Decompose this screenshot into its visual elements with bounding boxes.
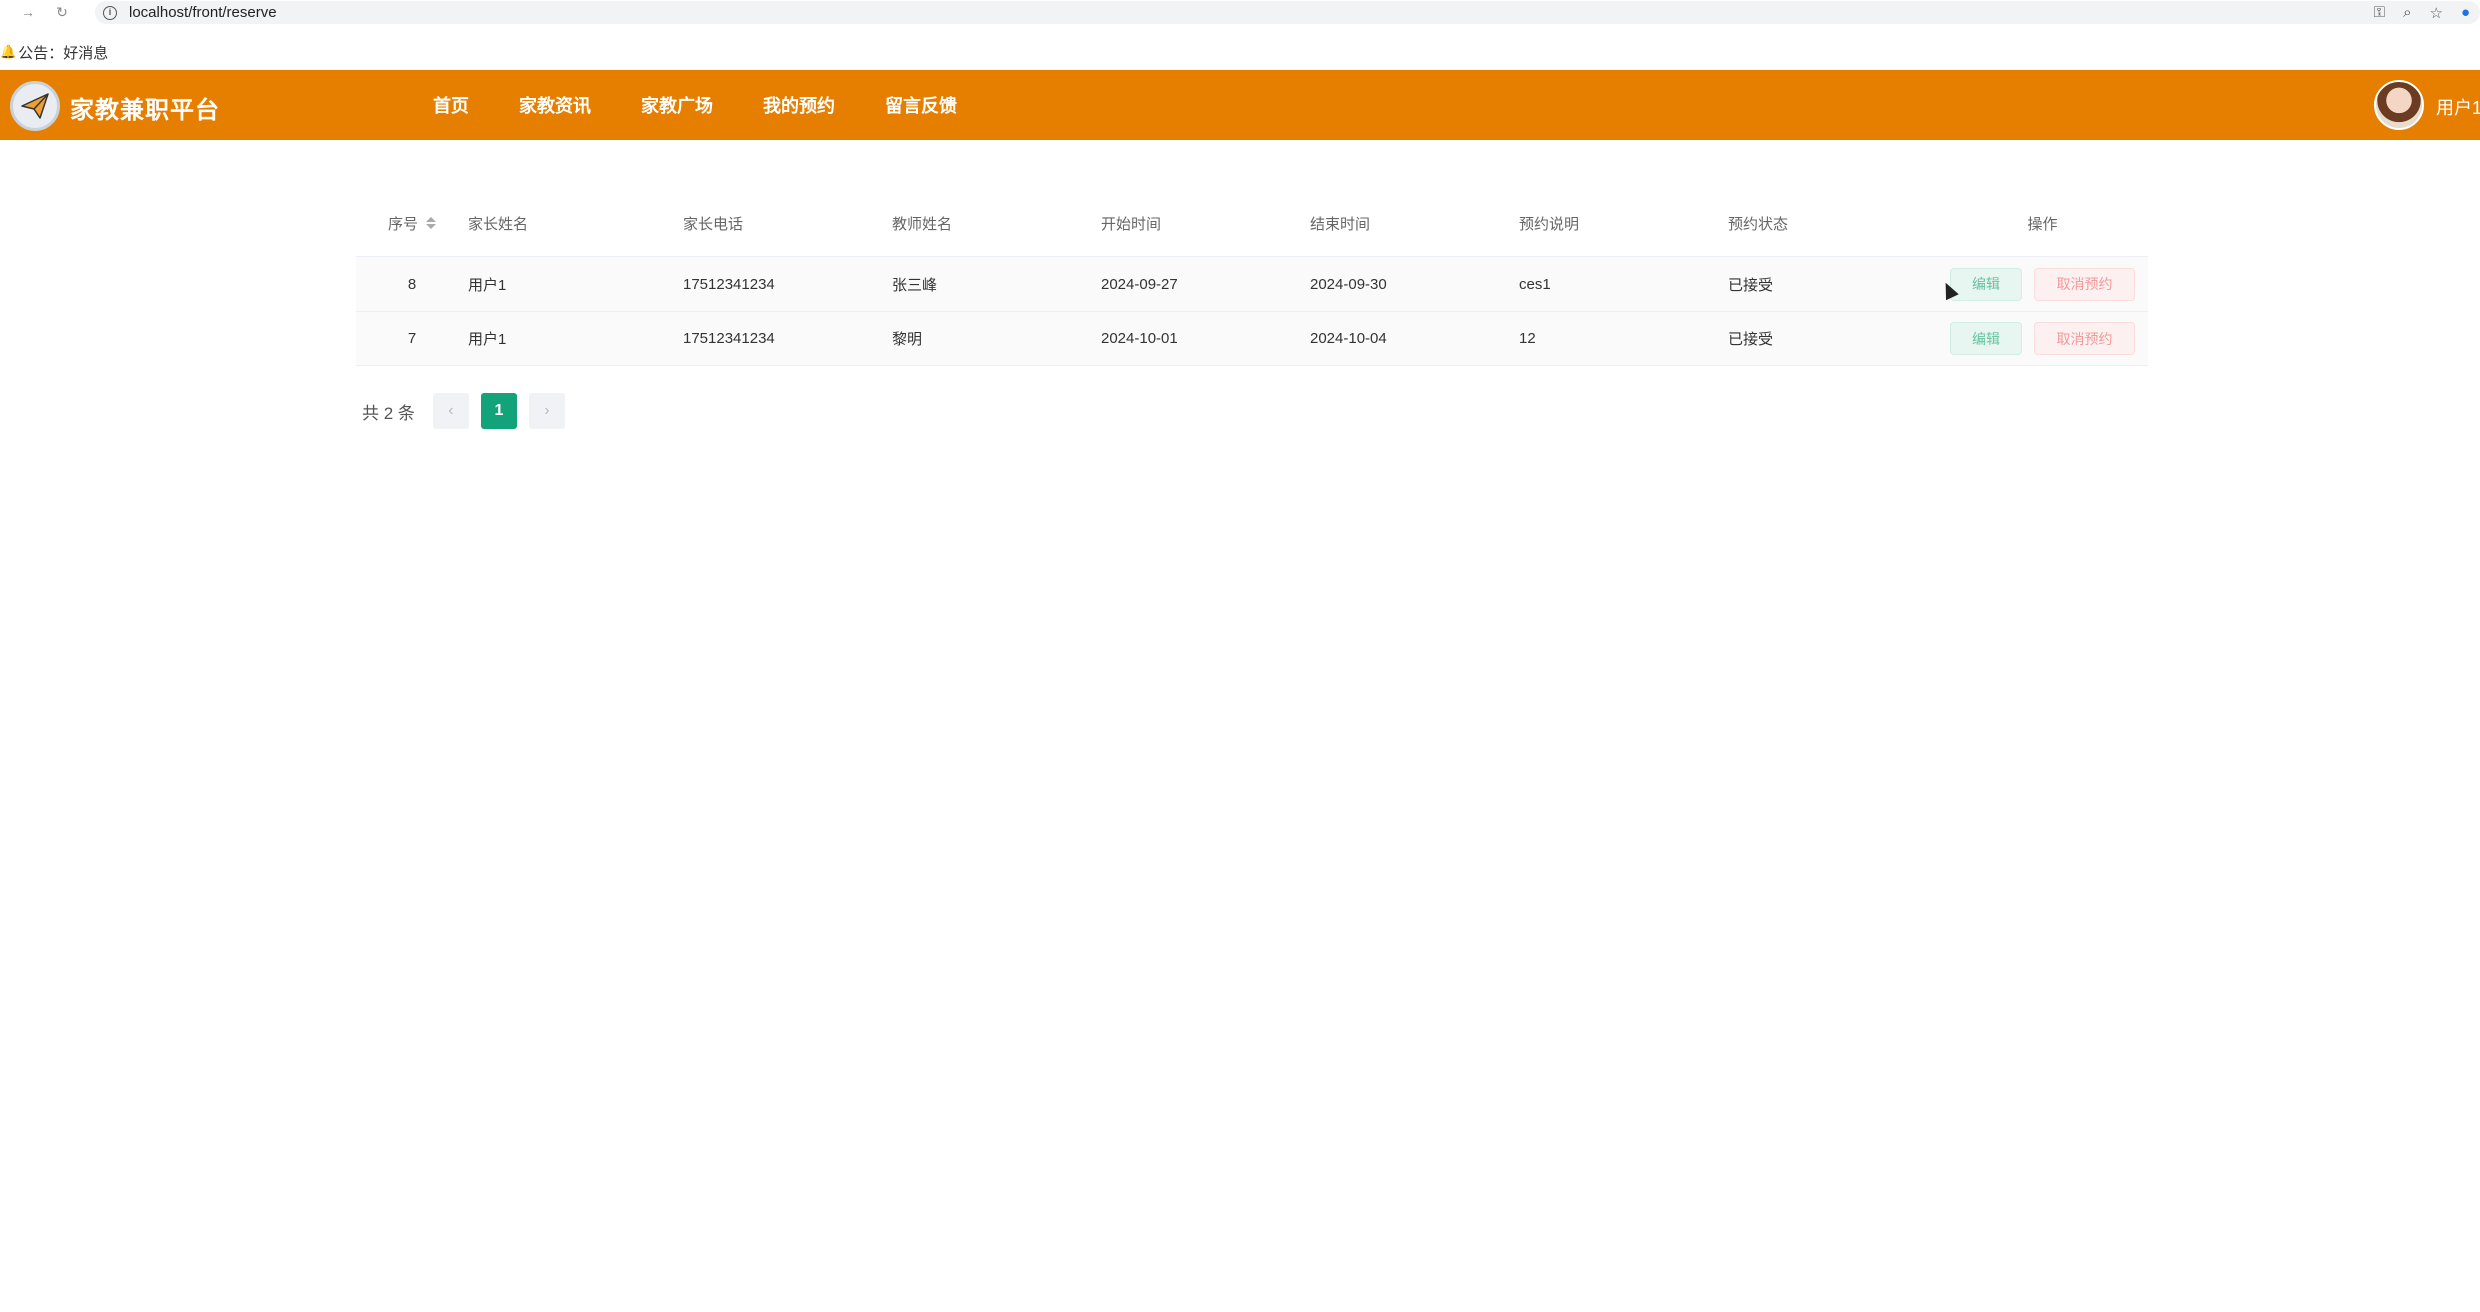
password-key-icon[interactable]: ⚿ [2374,4,2385,21]
cell-actions: 编辑 取消预约 [1937,267,2148,301]
cell-description: 12 [1519,330,1536,347]
main-nav: 首页 家教资讯 家教广场 我的预约 留言反馈 [433,70,1007,140]
nav-my-reservations[interactable]: 我的预约 [763,92,835,118]
total-count: 共 2 条 [362,403,415,423]
paper-plane-logo-icon[interactable] [10,81,60,131]
cell-parent-name: 用户1 [468,331,507,348]
cell-parent-phone: 17512341234 [683,275,775,293]
page-number-button[interactable]: 1 [480,393,517,429]
profile-icon[interactable]: ● [2461,4,2470,21]
table-row: 8 用户1 17512341234 张三峰 2024-09-27 2024-09… [356,256,2148,311]
cell-teacher-name: 黎明 [892,331,923,348]
nav-tutor-square[interactable]: 家教广场 [641,92,713,118]
pagination: 共 2 条 ‹ 1 › [362,393,577,429]
column-header-index[interactable]: 序号 [356,213,468,234]
reload-icon[interactable]: ↻ [52,2,72,22]
username[interactable]: 用户1 [2436,94,2480,120]
avatar[interactable] [2374,80,2424,130]
bell-icon: 🔔 [0,44,17,59]
address-bar[interactable]: i localhost/front/reserve ⚿ ⌕ ☆ ● [95,1,2480,24]
table-header: 序号 家长姓名 家长电话 教师姓名 开始时间 结束时间 预约说明 预约状态 操作 [356,190,2148,256]
site-header: 家教兼职平台 首页 家教资讯 家教广场 我的预约 留言反馈 用户1 [0,70,2480,140]
edit-button[interactable]: 编辑 [1950,322,2022,355]
edit-button[interactable]: 编辑 [1950,267,2022,301]
zoom-icon[interactable]: ⌕ [2403,4,2411,21]
table-row: 7 用户1 17512341234 黎明 2024-10-01 2024-10-… [356,311,2148,366]
cell-status: 已接受 [1728,276,1774,294]
column-header-parent-phone: 家长电话 [683,215,744,233]
sort-caret-icon[interactable] [426,216,436,229]
nav-home[interactable]: 首页 [433,92,469,118]
cell-end-time: 2024-10-04 [1310,330,1387,347]
cell-index: 8 [407,275,417,293]
site-title[interactable]: 家教兼职平台 [70,90,220,125]
cell-teacher-name: 张三峰 [892,276,938,294]
column-header-teacher-name: 教师姓名 [892,215,953,233]
reservation-table: 序号 家长姓名 家长电话 教师姓名 开始时间 结束时间 预约说明 预约状态 操作… [356,190,2148,366]
column-header-description: 预约说明 [1519,215,1580,233]
cell-status: 已接受 [1728,331,1774,348]
site-info-icon[interactable]: i [103,5,117,20]
cell-start-time: 2024-10-01 [1101,330,1178,347]
cell-end-time: 2024-09-30 [1310,275,1387,293]
cell-description: ces1 [1519,275,1551,293]
prev-page-button[interactable]: ‹ [432,393,469,429]
back-arrow-icon[interactable]: → [18,2,38,22]
cell-parent-name: 用户1 [468,276,507,294]
column-header-status: 预约状态 [1728,215,1789,233]
cancel-reservation-button[interactable]: 取消预约 [2034,322,2135,355]
column-header-start-time: 开始时间 [1101,215,1162,233]
column-header-end-time: 结束时间 [1310,215,1371,233]
column-header-actions: 操作 [2027,215,2058,233]
cell-parent-phone: 17512341234 [683,330,775,347]
cell-index: 7 [407,330,417,347]
notice-bar: 🔔 公告：好消息 [0,40,108,64]
cell-actions: 编辑 取消预约 [1937,322,2148,355]
next-page-button[interactable]: › [528,393,565,429]
nav-news[interactable]: 家教资讯 [519,92,591,118]
url-text: localhost/front/reserve [129,4,277,21]
cell-start-time: 2024-09-27 [1101,275,1178,293]
browser-toolbar: → ↻ i localhost/front/reserve ⚿ ⌕ ☆ ● [0,0,2480,24]
bookmark-star-icon[interactable]: ☆ [2429,4,2442,22]
notice-text: 公告：好消息 [18,44,109,62]
nav-feedback[interactable]: 留言反馈 [885,92,957,118]
cancel-reservation-button[interactable]: 取消预约 [2034,267,2135,301]
column-header-parent-name: 家长姓名 [468,215,529,233]
